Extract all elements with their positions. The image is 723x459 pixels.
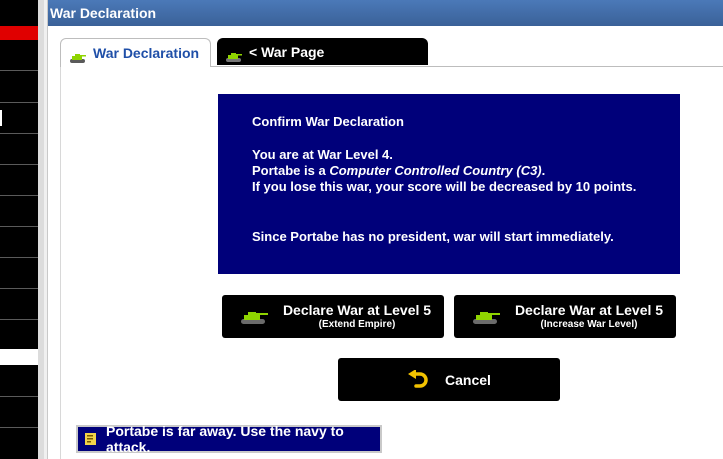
- war-level-text: You are at War Level 4.: [252, 147, 393, 162]
- tab-war-page-label: < War Page: [249, 43, 325, 60]
- declare-war-label: Declare War at Level 5: [514, 302, 664, 318]
- sidebar-divider: [0, 164, 38, 165]
- sidebar-divider: [0, 427, 38, 428]
- country-type-text: Portabe is a Computer Controlled Country…: [252, 163, 680, 179]
- tab-war-declaration[interactable]: War Declaration: [60, 38, 211, 67]
- declare-war-extend-empire-button[interactable]: Declare War at Level 5 (Extend Empire): [222, 295, 444, 338]
- declare-war-label: Declare War at Level 5: [282, 302, 432, 318]
- tank-icon: [472, 309, 502, 325]
- sidebar-marker: [0, 110, 2, 126]
- sidebar-divider: [0, 70, 38, 71]
- sidebar-divider: [0, 288, 38, 289]
- cancel-label: Cancel: [445, 371, 491, 388]
- sidebar-white-item[interactable]: [0, 349, 38, 365]
- declare-war-sublabel: (Increase War Level): [540, 319, 638, 330]
- country-type-italic: Computer Controlled Country (C3): [329, 163, 542, 178]
- notice-text: Portabe is far away. Use the navy to att…: [106, 423, 344, 455]
- war-declaration-window: War Declaration War Declaration < War Pa…: [47, 0, 723, 459]
- sidebar-divider: [0, 396, 38, 397]
- left-sidebar-strip: [0, 0, 38, 459]
- confirm-war-panel: Confirm War Declaration You are at War L…: [218, 94, 680, 274]
- sidebar-divider: [0, 102, 38, 103]
- distance-notice: Portabe is far away. Use the navy to att…: [76, 423, 382, 455]
- sidebar-divider: [0, 226, 38, 227]
- tab-war-page[interactable]: < War Page: [217, 38, 428, 65]
- sidebar-divider: [0, 195, 38, 196]
- sidebar-divider: [0, 319, 38, 320]
- confirm-heading: Confirm War Declaration: [252, 114, 404, 129]
- sidebar-red-item[interactable]: [0, 26, 38, 40]
- score-warning-text: If you lose this war, your score will be…: [252, 179, 637, 194]
- tank-icon: [69, 47, 87, 63]
- country-type-prefix: Portabe is a: [252, 163, 330, 178]
- sidebar-divider: [0, 133, 38, 134]
- declare-war-increase-level-button[interactable]: Declare War at Level 5 (Increase War Lev…: [454, 295, 676, 338]
- scroll-icon: [84, 432, 98, 446]
- tab-war-declaration-label: War Declaration: [93, 45, 200, 61]
- president-note-text: Since Portabe has no president, war will…: [252, 229, 614, 244]
- declare-war-sublabel: (Extend Empire): [318, 319, 396, 330]
- window-title: War Declaration: [48, 0, 723, 26]
- cancel-button[interactable]: Cancel: [338, 358, 560, 401]
- tank-icon: [225, 46, 243, 62]
- sidebar-divider: [0, 257, 38, 258]
- panel-border: [60, 66, 61, 459]
- undo-arrow-icon: [407, 368, 429, 390]
- tank-icon: [240, 309, 270, 325]
- country-type-suffix: .: [541, 163, 546, 178]
